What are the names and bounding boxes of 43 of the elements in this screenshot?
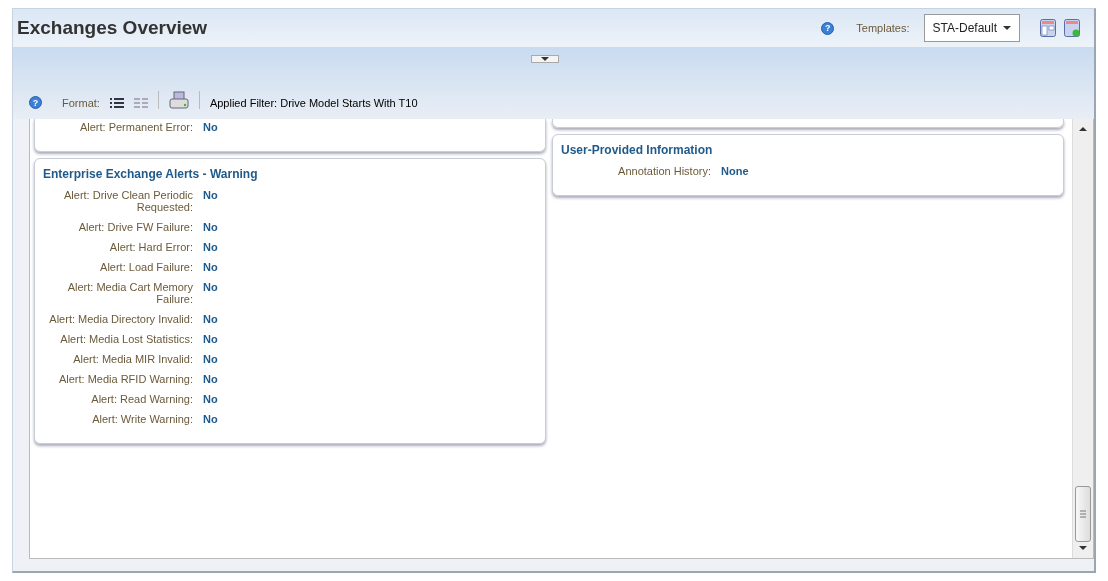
field-value: No	[203, 373, 218, 385]
list-icon[interactable]	[109, 97, 124, 109]
field-value: No	[203, 121, 218, 133]
field-label: Alert: Hard Error:	[108, 241, 193, 253]
field-label: Alert: Read Warning:	[90, 393, 193, 405]
format-label: Format:	[62, 97, 100, 109]
help-icon[interactable]: ?	[29, 96, 42, 109]
template-dropdown[interactable]: STA-Default	[923, 14, 1020, 42]
field-label: Alert: Media RFID Warning:	[57, 373, 193, 385]
scrollbar[interactable]	[1072, 119, 1093, 558]
field-label: Alert: Write Warning:	[91, 413, 193, 425]
field-value: No	[203, 221, 218, 233]
help-icon[interactable]: ?	[821, 21, 835, 35]
collapse-button[interactable]	[531, 55, 559, 63]
field-value: No	[203, 353, 218, 365]
layout-icon[interactable]	[1040, 19, 1056, 37]
field-value: No	[203, 393, 218, 405]
field-label: Alert: Media Cart Memory Failure:	[66, 281, 193, 305]
field-label: Alert: Media Lost Statistics:	[59, 333, 193, 345]
section-title: User-Provided Information	[561, 143, 714, 157]
section-title: Enterprise Exchange Alerts - Warning	[43, 167, 259, 181]
field-value: No	[203, 281, 218, 295]
field-value: None	[721, 165, 749, 177]
page-title: Exchanges Overview	[17, 17, 209, 39]
field-value: No	[203, 189, 218, 203]
field-value: No	[203, 261, 218, 273]
field-value: No	[203, 241, 218, 253]
field-value: No	[203, 313, 218, 325]
field-label: Alert: Media Directory Invalid:	[48, 313, 193, 325]
applied-filter-text: Applied Filter: Drive Model Starts With T10	[209, 97, 418, 109]
save-layout-icon[interactable]	[1064, 19, 1080, 37]
scroll-thumb[interactable]	[1075, 486, 1091, 542]
templates-label: Templates:	[856, 22, 910, 34]
field-value: No	[203, 333, 218, 345]
field-value: No	[203, 413, 218, 425]
field-label: Annotation History:	[617, 165, 711, 177]
print-icon[interactable]	[168, 91, 189, 109]
field-label: Alert: Media MIR Invalid:	[72, 353, 193, 365]
field-label: Alert: Load Failure:	[99, 261, 193, 273]
field-label: Alert: Drive FW Failure:	[77, 221, 193, 233]
field-label: Alert: Permanent Error:	[78, 121, 193, 133]
field-label: Alert: Drive Clean Periodic Requested:	[63, 189, 193, 213]
grid-icon[interactable]	[133, 97, 148, 109]
